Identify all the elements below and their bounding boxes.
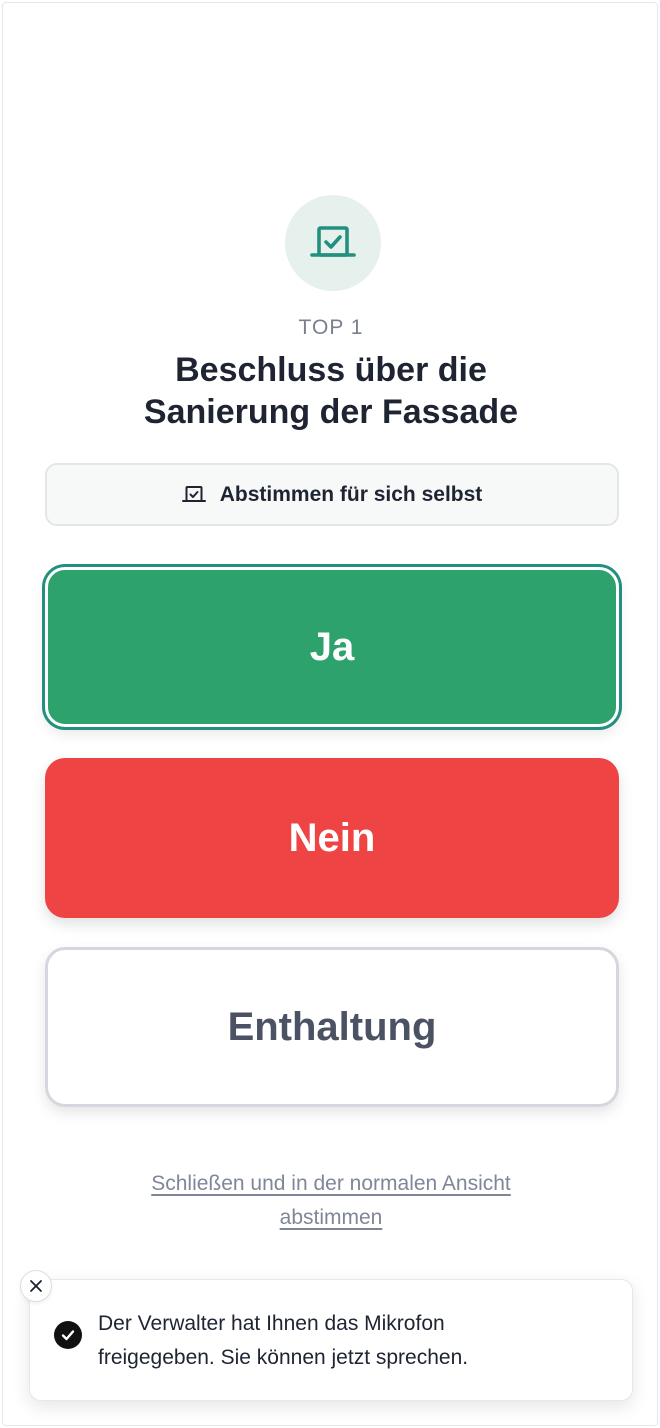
check-circle-icon [54,1321,82,1349]
toast-message: Der Verwalter hat Ihnen das Mikrofon fre… [98,1307,608,1375]
toast-close-button[interactable] [20,1270,52,1302]
vote-yes-button[interactable]: Ja [45,567,619,727]
ballot-box-icon [285,195,381,291]
vote-for-self-button[interactable]: Abstimmen für sich selbst [45,463,619,526]
vote-abstain-button[interactable]: Enthaltung [45,947,619,1107]
page-title: Beschluss über die Sanierung der Fassade [3,349,659,433]
close-link-line-1: Schließen und in der normalen Ansicht [151,1172,511,1195]
microphone-toast: Der Verwalter hat Ihnen das Mikrofon fre… [29,1279,633,1401]
close-and-vote-normally-link[interactable]: Schließen und in der normalen Ansicht ab… [3,1167,659,1235]
toast-message-line-2: freigegeben. Sie können jetzt sprechen. [98,1346,469,1369]
vote-no-label: Nein [288,815,376,860]
close-icon [29,1279,43,1293]
vote-no-button[interactable]: Nein [45,758,619,918]
ballot-box-icon [181,485,206,505]
agenda-item-number: TOP 1 [298,316,364,339]
vote-for-self-label: Abstimmen für sich selbst [219,482,483,506]
toast-message-line-1: Der Verwalter hat Ihnen das Mikrofon [98,1312,445,1335]
title-line-2: Sanierung der Fassade [143,393,519,431]
close-link-line-2: abstimmen [279,1206,383,1229]
vote-abstain-label: Enthaltung [227,1004,437,1049]
title-line-1: Beschluss über die [175,351,487,389]
vote-yes-label: Ja [309,624,355,669]
voting-screen: TOP 1 Beschluss über die Sanierung der F… [2,2,658,1426]
